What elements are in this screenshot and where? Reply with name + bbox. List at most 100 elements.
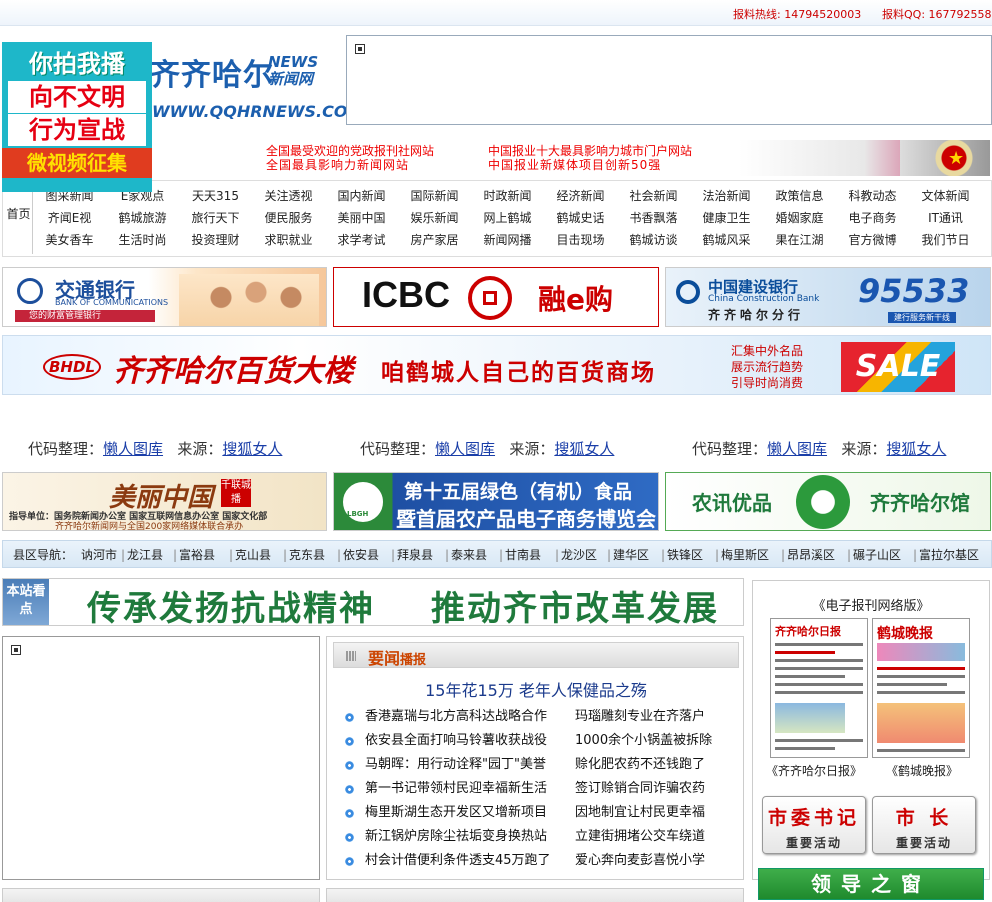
news-link-right[interactable]: 玛瑙雕刻专业在齐落户 — [575, 705, 705, 729]
county-link[interactable]: 克山县 — [235, 541, 271, 569]
hotline-bar: 报料热线: 14794520003 报料QQ: 1677925586 — [0, 0, 992, 26]
nav-link[interactable]: 求学考试 — [325, 229, 398, 251]
leaders-window-button[interactable]: 领导之窗 — [758, 868, 984, 900]
nav-link[interactable]: 网上鹤城 — [471, 207, 544, 229]
epaper-hecheng-evening-thumb[interactable]: 鹤城晚报 — [872, 618, 970, 758]
credit-2-site-link[interactable]: 懒人图库 — [435, 440, 495, 458]
flash-placeholder-top[interactable] — [346, 35, 992, 125]
credit-1-site-link[interactable]: 懒人图库 — [103, 440, 163, 458]
nav-link[interactable]: 电子商务 — [836, 207, 909, 229]
nav-link[interactable]: 健康卫生 — [690, 207, 763, 229]
nav-link[interactable]: IT通讯 — [909, 207, 982, 229]
county-link[interactable]: 龙江县 — [127, 541, 163, 569]
nav-link[interactable]: 鹤城史话 — [544, 207, 617, 229]
county-link[interactable]: 铁锋区 — [667, 541, 703, 569]
nav-link[interactable]: 鹤城旅游 — [106, 207, 179, 229]
nav-link[interactable]: 国际新闻 — [398, 185, 471, 207]
flash-placeholder-news[interactable] — [2, 636, 320, 880]
epaper-qqhr-daily-thumb[interactable]: 齐齐哈尔日报 — [770, 618, 868, 758]
nav-link[interactable]: 鹤城访谈 — [617, 229, 690, 251]
news-lead-link[interactable]: 15年花15万 老年人保健品之殇 — [327, 677, 745, 701]
county-link[interactable]: 富裕县 — [179, 541, 215, 569]
news-link-right[interactable]: 1000余个小锅盖被拆除 — [575, 729, 712, 753]
county-link[interactable]: 泰来县 — [451, 541, 487, 569]
ad-agri-products[interactable]: 农讯优品 齐齐哈尔馆 — [665, 472, 991, 531]
nav-link[interactable]: 国内新闻 — [325, 185, 398, 207]
nav-link[interactable]: 便民服务 — [252, 207, 325, 229]
news-link-right[interactable]: 赊化肥农药不还钱跑了 — [575, 753, 705, 777]
credit-2-source-link[interactable]: 搜狐女人 — [554, 440, 614, 458]
nav-link[interactable]: 目击现场 — [544, 229, 617, 251]
county-link[interactable]: 梅里斯区 — [721, 541, 769, 569]
nav-link[interactable]: 房产家居 — [398, 229, 471, 251]
nav-link[interactable]: 关注透视 — [252, 185, 325, 207]
county-link[interactable]: 克东县 — [289, 541, 325, 569]
news-link-right[interactable]: 爱心奔向麦彭喜悦小学 — [575, 849, 705, 873]
headline-banner[interactable]: 本站看点 传承发扬抗战精神 推动齐市改革发展 — [2, 578, 744, 629]
county-link[interactable]: 依安县 — [343, 541, 379, 569]
ad-icbc[interactable]: ICBC 融e购 — [333, 267, 659, 327]
credit-3-source-link[interactable]: 搜狐女人 — [886, 440, 946, 458]
nav-home[interactable]: 首页 — [5, 184, 33, 254]
nav-link[interactable]: 文体新闻 — [909, 185, 982, 207]
nav-link[interactable]: 求职就业 — [252, 229, 325, 251]
credit-1-source-link[interactable]: 搜狐女人 — [222, 440, 282, 458]
nav-row-2: 齐闻E视 鹤城旅游 旅行天下 便民服务 美丽中国 娱乐新闻 网上鹤城 鹤城史话 书香飘落 健康卫生… — [33, 207, 989, 229]
nav-link[interactable]: 美丽中国 — [325, 207, 398, 229]
news-link-left[interactable]: 依安县全面打响马铃薯收获战役 — [365, 729, 547, 753]
nav-link[interactable]: 政策信息 — [763, 185, 836, 207]
county-link[interactable]: 富拉尔基区 — [919, 541, 979, 569]
nav-link[interactable]: 官方微博 — [836, 229, 909, 251]
news-link-left[interactable]: 第一书记带领村民迎幸福新生活 — [365, 777, 547, 801]
credit-3-site-link[interactable]: 懒人图库 — [767, 440, 827, 458]
nav-link[interactable]: 社会新闻 — [617, 185, 690, 207]
nav-link[interactable]: 齐闻E视 — [33, 207, 106, 229]
news-link-left[interactable]: 梅里斯湖生态开发区又增新项目 — [365, 801, 547, 825]
news-link-right[interactable]: 立建街拥堵公交车绕道 — [575, 825, 705, 849]
nav-link[interactable]: 美女香车 — [33, 229, 106, 251]
county-link[interactable]: 建华区 — [613, 541, 649, 569]
news-link-left[interactable]: 新江锅炉房除尘祛垢变身换热站 — [365, 825, 547, 849]
county-separator: | — [121, 548, 126, 562]
nav-link[interactable]: 果在江湖 — [763, 229, 836, 251]
county-link[interactable]: 拜泉县 — [397, 541, 433, 569]
nav-link[interactable]: 我们节日 — [909, 229, 982, 251]
nav-link[interactable]: 法治新闻 — [690, 185, 763, 207]
county-link[interactable]: 碾子山区 — [853, 541, 901, 569]
nav-link[interactable]: 婚姻家庭 — [763, 207, 836, 229]
county-link[interactable]: 甘南县 — [505, 541, 541, 569]
news-link-right[interactable]: 签订赊销合同诈骗农药 — [575, 777, 705, 801]
paper1-caption[interactable]: 《齐齐哈尔日报》 — [766, 762, 862, 779]
ad-china-construction-bank[interactable]: 中国建设银行 China Construction Bank 齐齐哈尔分行 95… — [665, 267, 991, 327]
nav-link[interactable]: 新闻网播 — [471, 229, 544, 251]
county-link[interactable]: 龙沙区 — [561, 541, 597, 569]
nav-link[interactable]: 时政新闻 — [471, 185, 544, 207]
nav-link[interactable]: 投资理财 — [179, 229, 252, 251]
bullet-icon — [345, 761, 354, 770]
mayor-activities-button[interactable]: 市 长 重要活动 — [872, 796, 976, 854]
bullet-icon — [345, 737, 354, 746]
ccb-sub: 建行服务新干线 — [888, 312, 956, 323]
ad-beautiful-china[interactable]: 美丽中国 千联城播 指导单位：国务院新闻办公室 国家互联网信息办公室 国家文化部… — [2, 472, 327, 531]
county-link[interactable]: 昂昂溪区 — [787, 541, 835, 569]
news-link-left[interactable]: 马朝晖：用行动诠释"园丁"美誉 — [365, 753, 546, 777]
ad-bank-of-communications[interactable]: 交通银行 BANK OF COMMUNICATIONS 您的财富管理银行 — [2, 267, 327, 327]
nav-link[interactable]: 科教动态 — [836, 185, 909, 207]
nav-link[interactable]: 天天315 — [179, 185, 252, 207]
nav-link[interactable]: 书香飘落 — [617, 207, 690, 229]
county-link[interactable]: 讷河市 — [81, 541, 117, 569]
paper2-masthead: 鹤城晚报 — [877, 626, 933, 642]
news-link-left[interactable]: 村会计借便利条件透支45万跑了 — [365, 849, 551, 873]
nav-link[interactable]: 经济新闻 — [544, 185, 617, 207]
nav-link[interactable]: 旅行天下 — [179, 207, 252, 229]
nav-link[interactable]: 娱乐新闻 — [398, 207, 471, 229]
ad-department-store[interactable]: BHDL 齐齐哈尔百货大楼 咱鹤城人自己的百货商场 汇集中外名品 展示流行趋势 … — [2, 335, 991, 395]
promo-float-banner[interactable]: 你拍我播 向不文明 行为宣战 微视频征集 — [2, 42, 152, 192]
paper2-caption[interactable]: 《鹤城晚报》 — [886, 762, 958, 779]
party-secretary-activities-button[interactable]: 市委书记 重要活动 — [762, 796, 866, 854]
ad-green-food-expo[interactable]: LBGH 第十五届绿色（有机）食品 暨首届农产品电子商务博览会 — [333, 472, 659, 531]
news-link-right[interactable]: 因地制宜让村民更幸福 — [575, 801, 705, 825]
news-link-left[interactable]: 香港嘉瑞与北方高科达战略合作 — [365, 705, 547, 729]
nav-link[interactable]: 鹤城风采 — [690, 229, 763, 251]
nav-link[interactable]: 生活时尚 — [106, 229, 179, 251]
